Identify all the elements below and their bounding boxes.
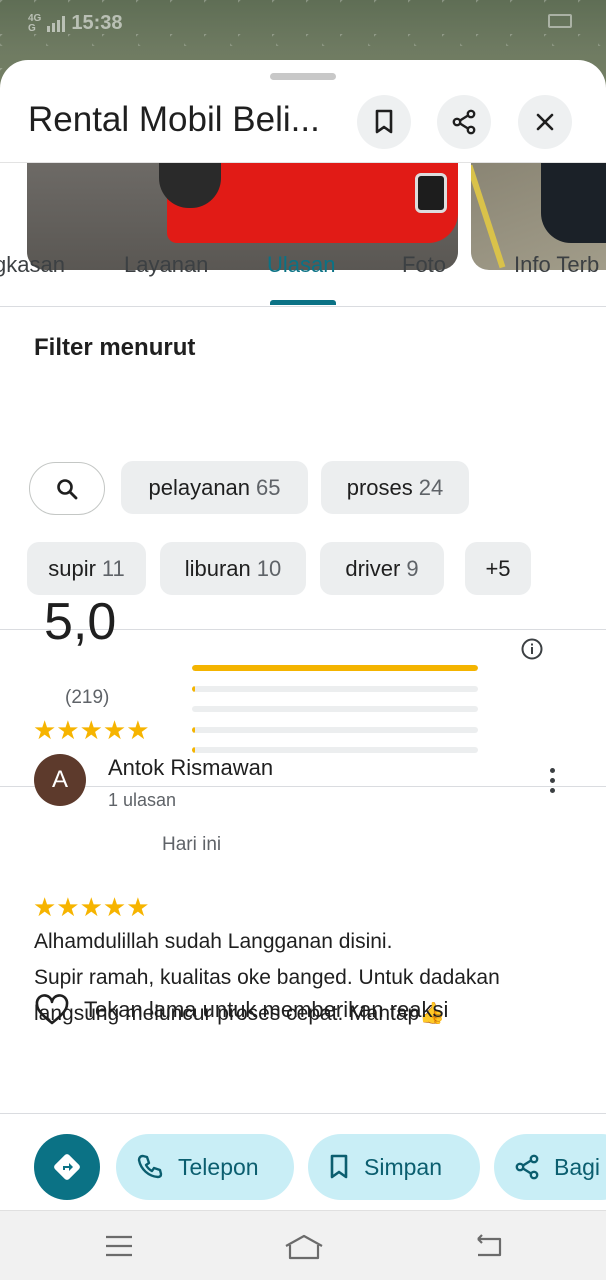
- tab-ulasan[interactable]: Ulasan: [267, 252, 335, 278]
- network-indicator: 4G G: [28, 12, 42, 34]
- filter-chip-liburan[interactable]: liburan 10: [160, 542, 306, 595]
- sheet-drag-handle[interactable]: [270, 73, 336, 80]
- review-date: Hari ini: [162, 834, 222, 855]
- filter-chip-proses[interactable]: proses 24: [321, 461, 469, 514]
- info-icon[interactable]: [520, 637, 544, 661]
- tab-layanan[interactable]: Layanan: [124, 252, 208, 278]
- more-vert-icon: [549, 767, 555, 773]
- tab-bar: gkasan Layanan Ulasan Foto Info Terb: [0, 244, 606, 304]
- share-label: Bagi: [554, 1153, 601, 1180]
- share-icon: [452, 109, 476, 135]
- rating-bar-3-star: [192, 706, 478, 712]
- home-icon[interactable]: [283, 1233, 325, 1261]
- rating-bar-4-star: [192, 686, 478, 692]
- save-button[interactable]: Simpan: [308, 1134, 480, 1200]
- filter-title: Filter menurut: [34, 334, 196, 361]
- search-icon: [57, 478, 78, 499]
- reviewer-review-count: 1 ulasan: [108, 790, 177, 810]
- directions-icon: [54, 1154, 80, 1180]
- phone-icon: [137, 1154, 163, 1179]
- heart-icon: [35, 994, 69, 1025]
- status-bar: 4G G 15:38: [28, 12, 123, 35]
- place-title: Rental Mobil Beli...: [28, 100, 320, 139]
- action-bar: Telepon Simpan Bagi: [0, 1074, 606, 1200]
- active-tab-indicator: [270, 300, 336, 305]
- filter-chip-driver[interactable]: driver 9: [320, 542, 444, 595]
- more-options-button[interactable]: [536, 762, 568, 798]
- tab-info[interactable]: Info Terb: [514, 252, 599, 278]
- reaction-button[interactable]: Tekan lama untuk memberikan reaksi: [34, 994, 448, 1026]
- rating-bar-5-star: [192, 665, 478, 671]
- tab-ringkasan[interactable]: gkasan: [0, 252, 65, 278]
- rating-bar-fill: [192, 727, 195, 733]
- search-reviews-button[interactable]: [29, 462, 105, 515]
- system-navigation-bar: [0, 1210, 606, 1280]
- rating-bar-2-star: [192, 727, 478, 733]
- close-icon: [536, 113, 554, 131]
- rating-bar-1-star: [192, 747, 478, 753]
- battery-icon: [548, 14, 572, 28]
- share-button[interactable]: Bagi: [494, 1134, 606, 1200]
- filter-chip-pelayanan[interactable]: pelayanan 65: [121, 461, 308, 514]
- menu-icon[interactable]: [104, 1233, 134, 1259]
- close-button[interactable]: [518, 95, 572, 149]
- call-button[interactable]: Telepon: [116, 1134, 294, 1200]
- share-icon: [515, 1154, 539, 1180]
- bookmark-icon: [375, 109, 393, 134]
- section-divider: [0, 786, 606, 787]
- status-time: 15:38: [71, 12, 123, 34]
- directions-button[interactable]: [34, 1134, 100, 1200]
- rating-bar-fill: [192, 665, 478, 671]
- rating-count: (219): [65, 687, 110, 708]
- tabs-divider: [0, 306, 606, 307]
- rating-bar-fill: [192, 747, 195, 753]
- review-text-line: Supir ramah, kualitas oke banged. Untuk …: [34, 966, 500, 989]
- share-place-button[interactable]: [437, 95, 491, 149]
- call-label: Telepon: [178, 1153, 259, 1180]
- save-label: Simpan: [364, 1153, 442, 1180]
- save-place-button[interactable]: [357, 95, 411, 149]
- tab-foto[interactable]: Foto: [402, 252, 446, 278]
- signal-icon: [47, 15, 66, 32]
- avatar[interactable]: A: [34, 754, 86, 806]
- back-icon[interactable]: [472, 1233, 504, 1259]
- reaction-label: Tekan lama untuk memberikan reaksi: [84, 997, 449, 1022]
- filter-chip-supir[interactable]: supir 11: [27, 542, 146, 595]
- review-text-line: Alhamdulillah sudah Langganan disini.: [34, 930, 393, 953]
- bookmark-icon: [330, 1154, 348, 1179]
- average-rating: 5,0: [44, 593, 117, 651]
- average-rating-stars: ★★★★★: [33, 715, 150, 745]
- reviewer-name[interactable]: Antok Rismawan: [108, 755, 273, 781]
- review-stars: ★★★★★: [33, 892, 150, 922]
- filter-chip-more[interactable]: +5: [465, 542, 531, 595]
- rating-bar-fill: [192, 686, 195, 692]
